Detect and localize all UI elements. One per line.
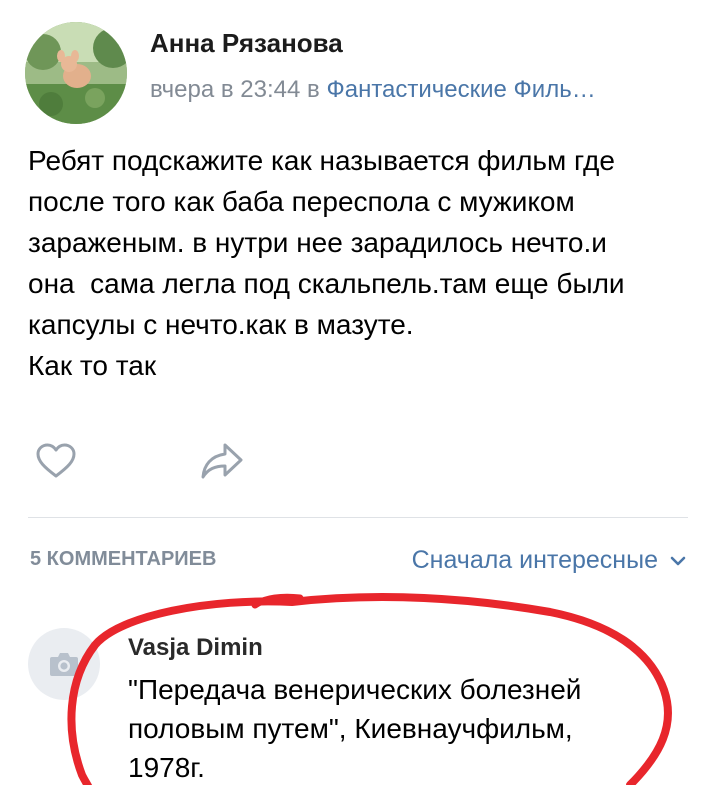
sort-dropdown[interactable]: Сначала интересные bbox=[412, 546, 686, 575]
post-time: вчера в 23:44 bbox=[150, 76, 301, 103]
red-annotation-circle bbox=[67, 593, 672, 785]
comments-count: 5 КОММЕНТАРИЕВ bbox=[30, 548, 217, 570]
share-arrow-icon bbox=[201, 443, 243, 479]
comment-author[interactable]: Vasja Dimin bbox=[128, 634, 263, 662]
post-text: Ребят подскажите как называется фильм гд… bbox=[28, 140, 698, 386]
author-avatar[interactable] bbox=[25, 22, 127, 124]
comment-text-line: 1978г. bbox=[128, 752, 205, 783]
share-button[interactable] bbox=[200, 441, 244, 481]
comment-text: "Передача венерических болезней половым … bbox=[128, 670, 668, 787]
avatar-image bbox=[25, 22, 127, 124]
comment-text-line: "Передача венерических болезней bbox=[128, 674, 582, 705]
post-text-line: капсулы с нечто.как в мазуте. bbox=[28, 309, 414, 340]
like-button[interactable] bbox=[36, 443, 76, 479]
chevron-down-icon bbox=[670, 556, 686, 565]
camera-icon bbox=[50, 653, 78, 676]
post-text-line: она сама легла под скальпель.там еще был… bbox=[28, 268, 625, 299]
post-text-line: Ребят подскажите как называется фильм гд… bbox=[28, 145, 615, 176]
heart-icon bbox=[36, 443, 76, 478]
comment-text-line: половым путем", Киевнаучфильм, bbox=[128, 713, 573, 744]
post-text-line: Как то так bbox=[28, 350, 157, 381]
post-text-line: после того как баба переспола с мужиком bbox=[28, 186, 575, 217]
comment-avatar[interactable] bbox=[28, 628, 100, 700]
meta-connector: в bbox=[300, 76, 327, 103]
post-text-line: зараженым. в нутри нее зарадилось нечто.… bbox=[28, 227, 607, 258]
author-name[interactable]: Анна Рязанова bbox=[150, 28, 343, 59]
sort-label: Сначала интересные bbox=[411, 546, 658, 574]
post-meta: вчера в 23:44 в Фантастические Филь… bbox=[150, 76, 690, 104]
group-link[interactable]: Фантастические Филь… bbox=[326, 76, 595, 103]
divider bbox=[28, 517, 688, 518]
